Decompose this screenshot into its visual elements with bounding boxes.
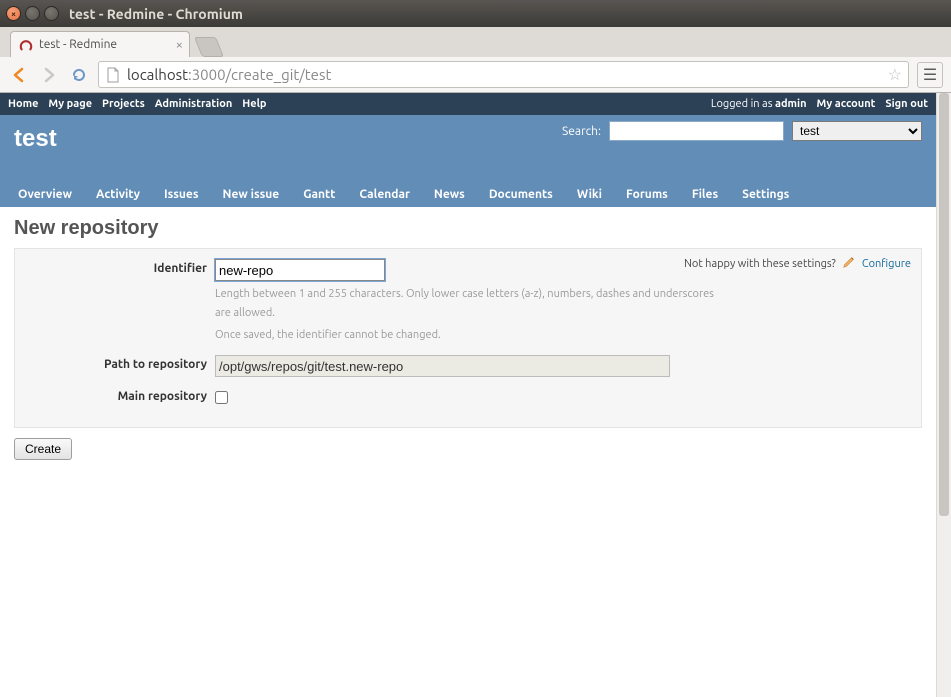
main-menu-forums[interactable]: Forums <box>614 182 680 207</box>
main-menu-news[interactable]: News <box>422 182 477 207</box>
row-main-repository: Main repository <box>25 387 911 407</box>
browser-chrome: test - Redmine × localhost:3000/create_g… <box>0 27 951 93</box>
tab-close-icon[interactable]: × <box>176 38 183 52</box>
os-window-titlebar: × test - Redmine - Chromium <box>0 0 951 27</box>
browser-reload-button[interactable] <box>68 64 90 86</box>
window-buttons: × <box>6 6 59 21</box>
configure-link[interactable]: Configure <box>862 258 911 270</box>
contextual-links: Not happy with these settings? Configure <box>684 255 911 272</box>
search-label[interactable]: Search: <box>562 125 601 138</box>
main-menu-new-issue[interactable]: New issue <box>211 182 292 207</box>
window-close-button[interactable]: × <box>6 6 21 21</box>
search-input[interactable] <box>609 121 784 141</box>
identifier-hint-2: Once saved, the identifier cannot be cha… <box>215 326 715 345</box>
path-label: Path to repository <box>25 355 215 371</box>
page-icon <box>105 67 121 83</box>
contextual-text: Not happy with these settings? <box>684 258 836 270</box>
main-menu-settings[interactable]: Settings <box>730 182 801 207</box>
main-menu-documents[interactable]: Documents <box>477 182 565 207</box>
top-menu-help[interactable]: Help <box>242 98 266 110</box>
main-menu-wiki[interactable]: Wiki <box>565 182 614 207</box>
main-repository-checkbox[interactable] <box>215 391 228 404</box>
browser-omnibox[interactable]: localhost:3000/create_git/test ☆ <box>98 61 909 88</box>
top-menu-projects[interactable]: Projects <box>102 98 145 110</box>
top-menu-administration[interactable]: Administration <box>155 98 232 110</box>
browser-menu-button[interactable]: ☰ <box>917 62 943 88</box>
repository-form-box: Not happy with these settings? Configure… <box>14 248 922 428</box>
project-main-menu: Overview Activity Issues New issue Gantt… <box>6 182 930 207</box>
page-viewport: Home My page Projects Administration Hel… <box>0 93 936 697</box>
logged-in-user-link[interactable]: admin <box>775 98 807 110</box>
scrollbar-thumb[interactable] <box>939 93 949 516</box>
logged-in-text: Logged in as admin <box>711 98 807 110</box>
top-menu-left: Home My page Projects Administration Hel… <box>8 98 267 110</box>
header-search-area: Search: test <box>562 121 922 141</box>
main-menu-calendar[interactable]: Calendar <box>347 182 421 207</box>
page-heading: New repository <box>14 217 922 240</box>
top-menu-home[interactable]: Home <box>8 98 38 110</box>
new-tab-button[interactable] <box>194 37 224 57</box>
redmine-top-menu: Home My page Projects Administration Hel… <box>0 93 936 115</box>
browser-toolbar: localhost:3000/create_git/test ☆ ☰ <box>0 57 951 92</box>
main-repository-label: Main repository <box>25 387 215 403</box>
content-area: New repository Not happy with these sett… <box>0 207 936 470</box>
row-path: Path to repository <box>25 355 911 377</box>
browser-tab[interactable]: test - Redmine × <box>10 31 190 57</box>
browser-back-button[interactable] <box>8 64 30 86</box>
tab-favicon-icon <box>19 38 33 52</box>
path-input <box>215 355 670 377</box>
url-path: :3000/create_git/test <box>188 66 331 83</box>
create-button[interactable]: Create <box>14 438 72 460</box>
page-scrollbar[interactable] <box>936 93 951 697</box>
project-jump-select[interactable]: test <box>792 121 922 141</box>
identifier-label: Identifier <box>25 259 215 275</box>
window-title: test - Redmine - Chromium <box>69 6 243 22</box>
main-menu-activity[interactable]: Activity <box>84 182 152 207</box>
main-menu-gantt[interactable]: Gantt <box>291 182 347 207</box>
main-menu-issues[interactable]: Issues <box>152 182 211 207</box>
top-menu-mypage[interactable]: My page <box>48 98 92 110</box>
identifier-input[interactable] <box>215 259 385 281</box>
url-host: localhost <box>127 66 188 83</box>
window-maximize-button[interactable] <box>44 6 59 21</box>
identifier-hint-1: Length between 1 and 255 characters. Onl… <box>215 285 715 322</box>
tab-title: test - Redmine <box>39 38 117 51</box>
main-menu-overview[interactable]: Overview <box>6 182 84 207</box>
redmine-header: Search: test test Overview Activity Issu… <box>0 115 936 207</box>
browser-forward-button[interactable] <box>38 64 60 86</box>
window-minimize-button[interactable] <box>25 6 40 21</box>
top-menu-right: Logged in as admin My account Sign out <box>711 98 928 110</box>
main-menu-files[interactable]: Files <box>680 182 730 207</box>
browser-tabstrip: test - Redmine × <box>0 27 951 57</box>
top-menu-signout[interactable]: Sign out <box>885 98 928 110</box>
logged-in-prefix: Logged in as <box>711 98 775 110</box>
bookmark-star-icon[interactable]: ☆ <box>888 65 902 84</box>
pencil-icon <box>842 255 856 272</box>
submit-area: Create <box>14 438 922 460</box>
top-menu-myaccount[interactable]: My account <box>817 98 876 110</box>
